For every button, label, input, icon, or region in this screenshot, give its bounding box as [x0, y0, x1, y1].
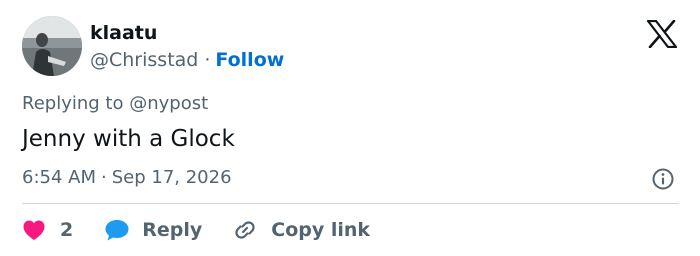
author-handle[interactable]: @Chrisstad: [90, 49, 198, 71]
copy-link-label: Copy link: [271, 219, 371, 241]
reply-label: Reply: [142, 219, 203, 241]
tweet-time: 6:54 AM: [22, 167, 96, 188]
link-icon: [235, 221, 255, 239]
reply-button[interactable]: Reply: [104, 218, 202, 242]
author-handle-row: @Chrisstad · Follow: [90, 48, 284, 72]
timestamp-separator: ·: [101, 167, 107, 188]
handle-separator: ·: [204, 49, 211, 71]
like-button[interactable]: 2: [22, 219, 73, 241]
speech-bubble-icon: [105, 220, 129, 241]
author-avatar[interactable]: [22, 16, 82, 76]
author-name[interactable]: klaatu: [90, 22, 157, 44]
tweet-actions-bar: 2 Reply Copy link: [22, 216, 370, 244]
reply-context: Replying to @nypost: [22, 93, 208, 115]
copy-link-button[interactable]: Copy link: [232, 217, 370, 243]
divider: [22, 203, 679, 204]
heart-icon: [23, 220, 45, 240]
info-icon[interactable]: [651, 167, 675, 191]
tweet-timestamp-link[interactable]: 6:54 AM · Sep 17, 2026: [22, 167, 232, 189]
x-logo-icon[interactable]: [646, 19, 678, 49]
follow-button[interactable]: Follow: [215, 49, 284, 71]
tweet-text: Jenny with a Glock: [22, 126, 235, 152]
avatar-photo: [22, 16, 82, 76]
tweet-date: Sep 17, 2026: [111, 167, 232, 188]
tweet-embed-card: klaatu @Chrisstad · Follow Replying to @ny…: [0, 0, 700, 256]
reply-context-prefix: Replying to: [22, 93, 124, 114]
like-count: 2: [60, 219, 74, 241]
reply-mention-link[interactable]: @nypost: [129, 93, 208, 114]
